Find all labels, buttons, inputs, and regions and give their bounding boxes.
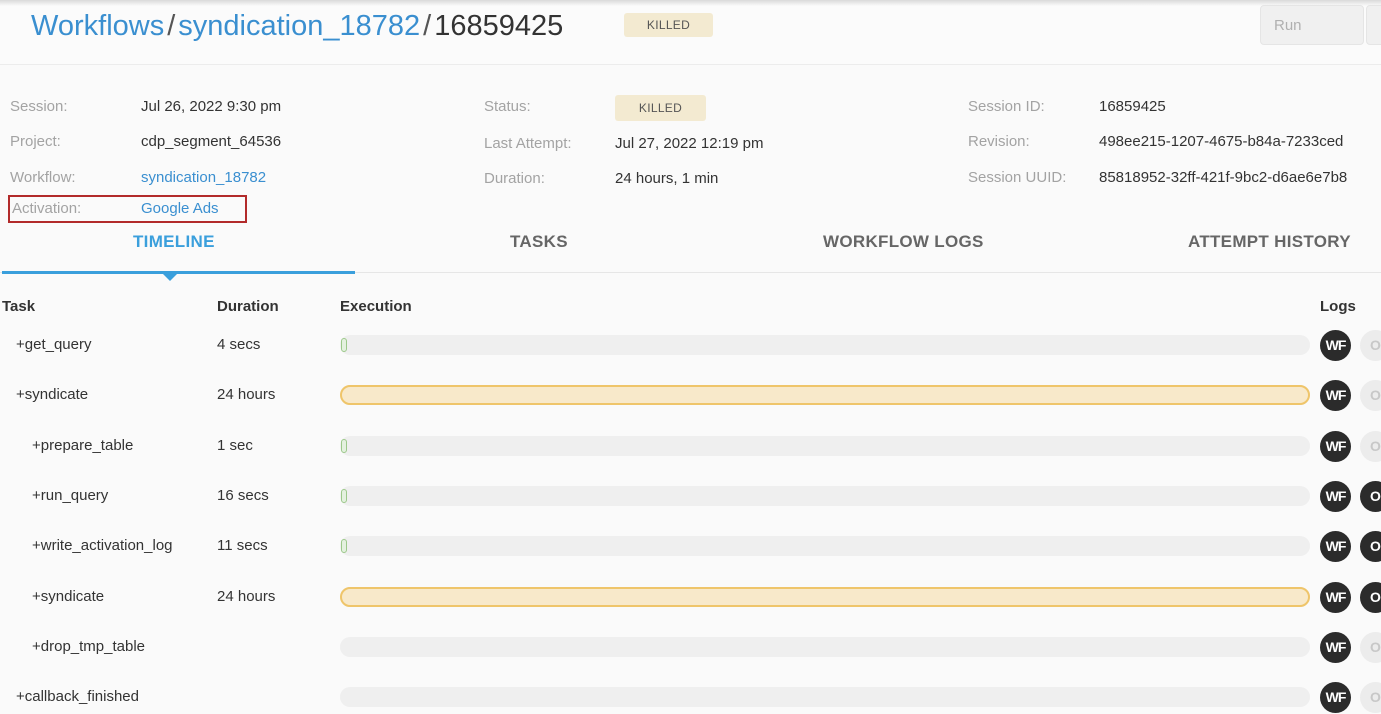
execution-track <box>340 436 1310 456</box>
header-shadow <box>0 0 1381 6</box>
task-name[interactable]: +write_activation_log <box>32 537 173 554</box>
project-label: Project: <box>10 133 61 150</box>
workflow-log-button[interactable]: WF <box>1320 330 1351 361</box>
execution-bar[interactable] <box>340 587 1310 607</box>
task-log-button[interactable]: O <box>1360 682 1381 713</box>
duration-value: 24 hours, 1 min <box>615 170 719 187</box>
column-header-task: Task <box>2 298 36 315</box>
task-log-button[interactable]: O <box>1360 380 1381 411</box>
task-name[interactable]: +run_query <box>32 487 108 504</box>
header-status-badge: KILLED <box>624 13 713 37</box>
project-value: cdp_segment_64536 <box>141 133 282 150</box>
tab-attempt-history[interactable]: ATTEMPT HISTORY <box>1188 232 1351 252</box>
execution-track <box>340 486 1310 506</box>
task-duration: 11 secs <box>217 537 268 554</box>
column-header-execution: Execution <box>340 298 412 315</box>
session-uuid-value: 85818952-32ff-421f-9bc2-d6ae6e7b8 <box>1099 169 1348 186</box>
status-badge: KILLED <box>615 95 706 121</box>
task-name[interactable]: +callback_finished <box>16 688 139 705</box>
tab-active-arrow-icon <box>163 274 177 281</box>
column-header-duration: Duration <box>217 298 279 315</box>
workflow-log-button[interactable]: WF <box>1320 431 1351 462</box>
task-log-button[interactable]: O <box>1360 330 1381 361</box>
execution-track <box>340 335 1310 355</box>
run-options-button[interactable] <box>1366 5 1381 45</box>
revision-value: 498ee215-1207-4675-b84a-7233ced <box>1099 133 1344 150</box>
session-id-label: Session ID: <box>968 98 1045 115</box>
task-duration: 24 hours <box>217 386 276 403</box>
task-duration: 4 secs <box>217 336 261 353</box>
task-log-button[interactable]: O <box>1360 481 1381 512</box>
column-header-logs: Logs <box>1320 298 1356 315</box>
execution-bar[interactable] <box>341 439 347 453</box>
execution-bar[interactable] <box>341 489 347 503</box>
status-label: Status: <box>484 98 531 115</box>
task-name[interactable]: +prepare_table <box>32 437 133 454</box>
session-uuid-label: Session UUID: <box>968 169 1067 186</box>
execution-track <box>340 587 1310 607</box>
workflow-log-button[interactable]: WF <box>1320 582 1351 613</box>
tab-tasks[interactable]: TASKS <box>510 232 568 252</box>
workflow-log-button[interactable]: WF <box>1320 380 1351 411</box>
session-value: Jul 26, 2022 9:30 pm <box>141 98 282 115</box>
run-button[interactable]: Run <box>1260 5 1364 45</box>
activation-highlight-box <box>8 195 247 223</box>
execution-bar[interactable] <box>341 338 347 352</box>
execution-track <box>340 385 1310 405</box>
execution-track <box>340 637 1310 657</box>
workflow-link[interactable]: syndication_18782 <box>141 169 266 186</box>
tab-timeline[interactable]: TIMELINE <box>133 232 215 252</box>
session-id-value: 16859425 <box>1099 98 1166 115</box>
workflow-log-button[interactable]: WF <box>1320 481 1351 512</box>
task-log-button[interactable]: O <box>1360 531 1381 562</box>
task-log-button[interactable]: O <box>1360 632 1381 663</box>
workflow-log-button[interactable]: WF <box>1320 682 1351 713</box>
breadcrumb-separator: / <box>423 10 432 42</box>
task-name[interactable]: +drop_tmp_table <box>32 638 145 655</box>
revision-label: Revision: <box>968 133 1030 150</box>
execution-track <box>340 687 1310 707</box>
task-name[interactable]: +get_query <box>16 336 91 353</box>
last-attempt-value: Jul 27, 2022 12:19 pm <box>615 135 764 152</box>
task-name[interactable]: +syndicate <box>32 588 104 605</box>
task-duration: 1 sec <box>217 437 253 454</box>
workflow-log-button[interactable]: WF <box>1320 632 1351 663</box>
task-log-button[interactable]: O <box>1360 431 1381 462</box>
workflow-label: Workflow: <box>10 169 76 186</box>
task-log-button[interactable]: O <box>1360 582 1381 613</box>
breadcrumb-separator: / <box>167 10 176 42</box>
task-duration: 16 secs <box>217 487 269 504</box>
breadcrumb: Workflows / syndication_18782/16859425 <box>31 8 563 44</box>
duration-label: Duration: <box>484 170 545 187</box>
page-header: Workflows / syndication_18782/16859425 KIL… <box>0 0 1381 65</box>
execution-bar[interactable] <box>340 385 1310 405</box>
workflow-log-button[interactable]: WF <box>1320 531 1351 562</box>
task-name[interactable]: +syndicate <box>16 386 88 403</box>
breadcrumb-workflow-link[interactable]: syndication_18782 <box>178 10 420 42</box>
breadcrumb-session-id: 16859425 <box>434 10 564 42</box>
session-label: Session: <box>10 98 68 115</box>
last-attempt-label: Last Attempt: <box>484 135 572 152</box>
tab-workflow-logs[interactable]: WORKFLOW LOGS <box>823 232 984 252</box>
tab-active-indicator <box>2 271 355 274</box>
execution-track <box>340 536 1310 556</box>
execution-bar[interactable] <box>341 539 347 553</box>
task-duration: 24 hours <box>217 588 276 605</box>
breadcrumb-workflows-link[interactable]: Workflows <box>31 10 164 42</box>
